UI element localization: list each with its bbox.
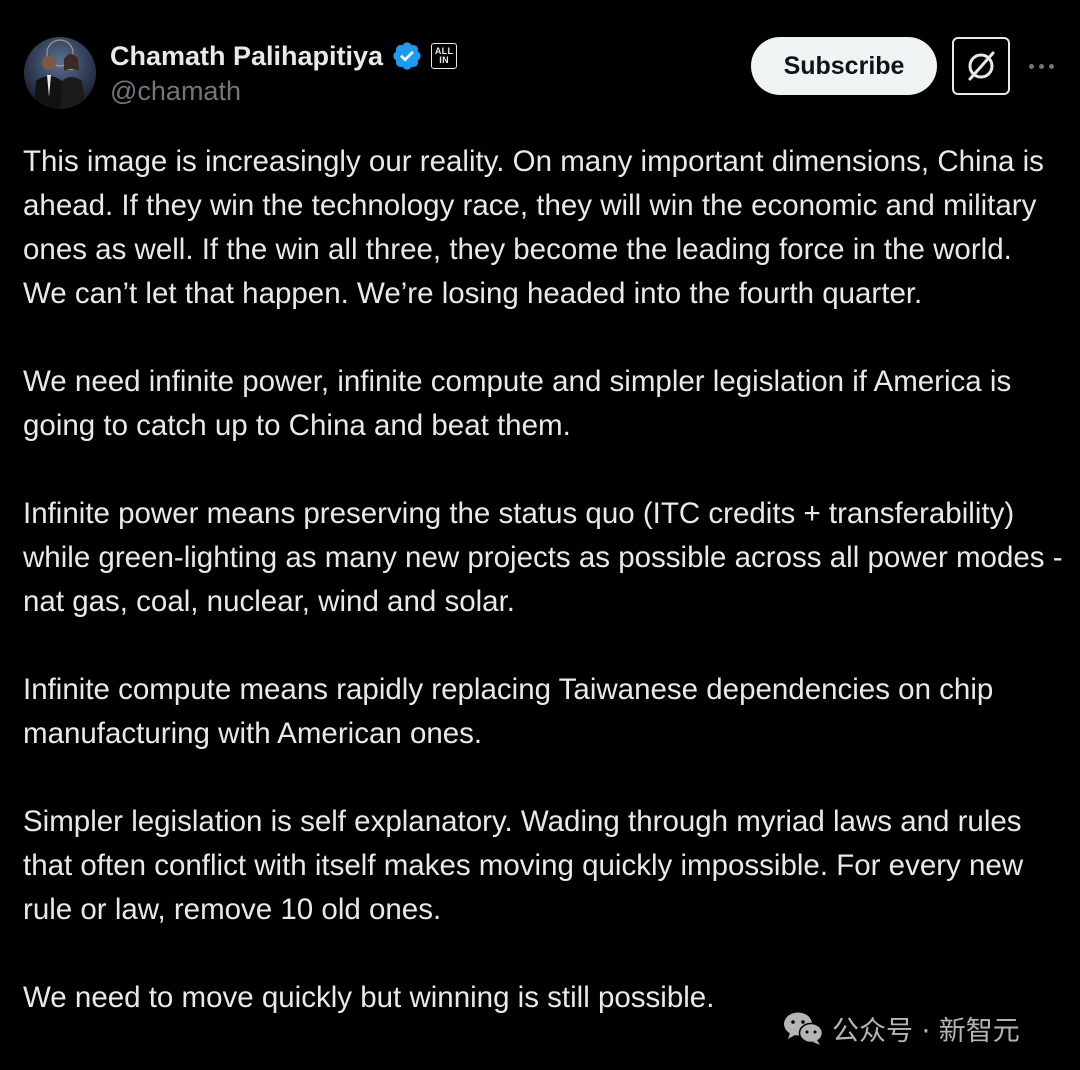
watermark-text: 公众号 · 新智元 (832, 1015, 1020, 1047)
more-dot (1038, 63, 1044, 69)
more-dot (1048, 63, 1054, 69)
tweet-text: This image is increasingly our reality. … (23, 140, 1063, 1020)
tweet-header: Chamath Palihapitiya ALL IN @chamath Sub… (0, 0, 1080, 120)
grok-icon (968, 51, 995, 81)
tweet-paragraph: Infinite compute means rapidly replacing… (23, 673, 994, 750)
tweet-paragraph: Simpler legislation is self explanatory.… (23, 805, 1024, 926)
avatar[interactable] (24, 37, 96, 109)
wechat-icon (784, 1012, 824, 1045)
avatar-image (24, 37, 96, 109)
tweet-paragraph: Infinite power means preserving the stat… (23, 497, 1063, 618)
verified-badge-icon[interactable] (391, 40, 423, 72)
watermark: 公众号 · 新智元 (782, 1008, 1020, 1048)
display-name[interactable]: Chamath Palihapitiya (110, 41, 383, 72)
grok-button[interactable] (952, 37, 1010, 95)
more-dot (1028, 63, 1034, 69)
affiliation-badge-line2: IN (439, 55, 449, 65)
subscribe-button[interactable]: Subscribe (751, 37, 937, 95)
more-options-icon[interactable] (1024, 50, 1058, 82)
user-handle[interactable]: @chamath (110, 76, 241, 107)
tweet-paragraph: This image is increasingly our reality. … (23, 145, 1044, 310)
tweet-paragraph: We need infinite power, infinite compute… (23, 365, 1012, 442)
name-row: Chamath Palihapitiya ALL IN (110, 38, 458, 74)
affiliation-badge[interactable]: ALL IN (431, 43, 458, 69)
